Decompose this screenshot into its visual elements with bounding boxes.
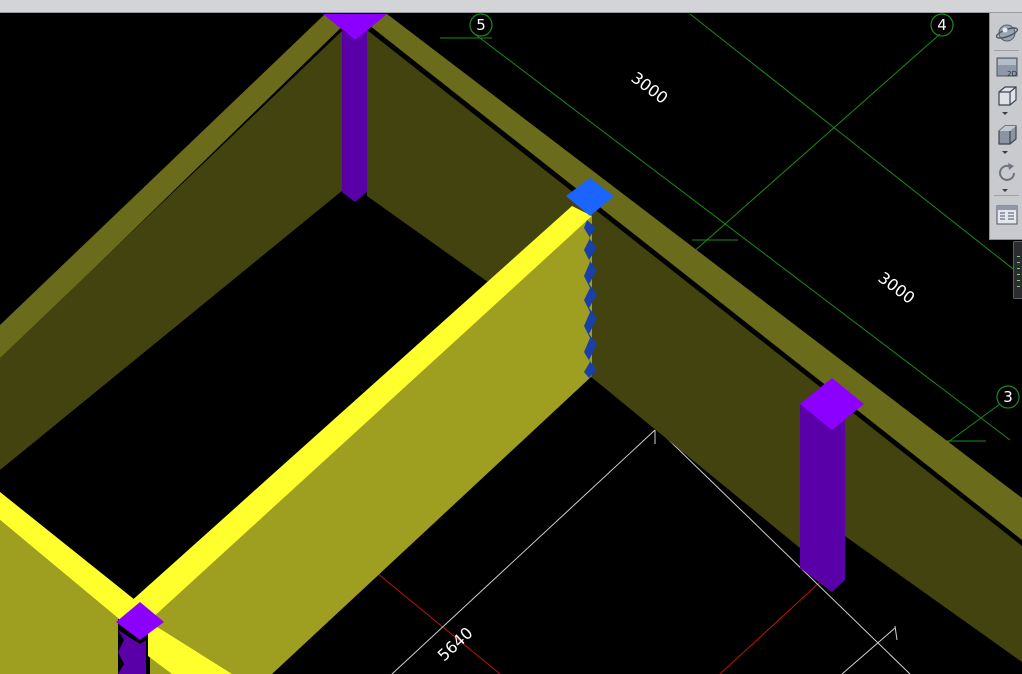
wireframe-cube-caret[interactable] <box>1002 112 1008 115</box>
dimension-tick-b <box>894 625 898 641</box>
grid-label-4: 4 <box>937 16 947 34</box>
grid-axis-4 <box>689 13 1022 277</box>
dimension-label-3000-a: 3000 <box>628 68 672 108</box>
slider-tick <box>1017 256 1020 257</box>
grid-label-3: 3 <box>1003 388 1013 406</box>
dimension-label-3000-b: 3000 <box>875 268 919 308</box>
slider-tick <box>1017 280 1020 281</box>
nav-separator <box>994 50 1019 51</box>
grid-axis-cross-a <box>689 33 941 256</box>
shaded-cube-caret[interactable] <box>1002 151 1008 154</box>
nav-separator <box>994 195 1019 196</box>
grid-bubble-5[interactable]: 5 <box>469 13 493 37</box>
slider-tick <box>1017 286 1020 287</box>
top-toolbar-strip <box>0 0 1022 13</box>
shaded-cube-icon[interactable] <box>993 121 1020 148</box>
column-top-side <box>342 30 367 202</box>
orbit-caret[interactable] <box>1002 189 1008 192</box>
orbit-icon[interactable] <box>993 159 1020 186</box>
grid-label-5: 5 <box>476 16 486 34</box>
slider-tick <box>1017 274 1020 275</box>
column-right-side <box>800 404 845 592</box>
slider-tick <box>1017 268 1020 269</box>
grid-bubble-4[interactable]: 4 <box>930 13 954 37</box>
slider-tick <box>1017 262 1020 263</box>
2d-view-label: 2D <box>1007 70 1017 78</box>
zoom-slider[interactable] <box>1013 241 1022 299</box>
red-axis-line-b <box>719 581 821 674</box>
steering-wheel-icon[interactable] <box>993 19 1020 46</box>
model-scene: 5 4 3 3000 3000 5640 <box>0 13 1022 674</box>
2d-view-icon[interactable]: 2D <box>993 53 1020 80</box>
dimension-line-lower <box>841 627 896 674</box>
navigation-bar: 2D <box>989 13 1022 240</box>
view-manager-icon[interactable] <box>993 201 1020 228</box>
3d-model-viewport[interactable]: 5 4 3 3000 3000 5640 2D <box>0 0 1022 674</box>
wireframe-cube-icon[interactable] <box>993 82 1020 109</box>
grid-bubble-3[interactable]: 3 <box>996 385 1020 409</box>
